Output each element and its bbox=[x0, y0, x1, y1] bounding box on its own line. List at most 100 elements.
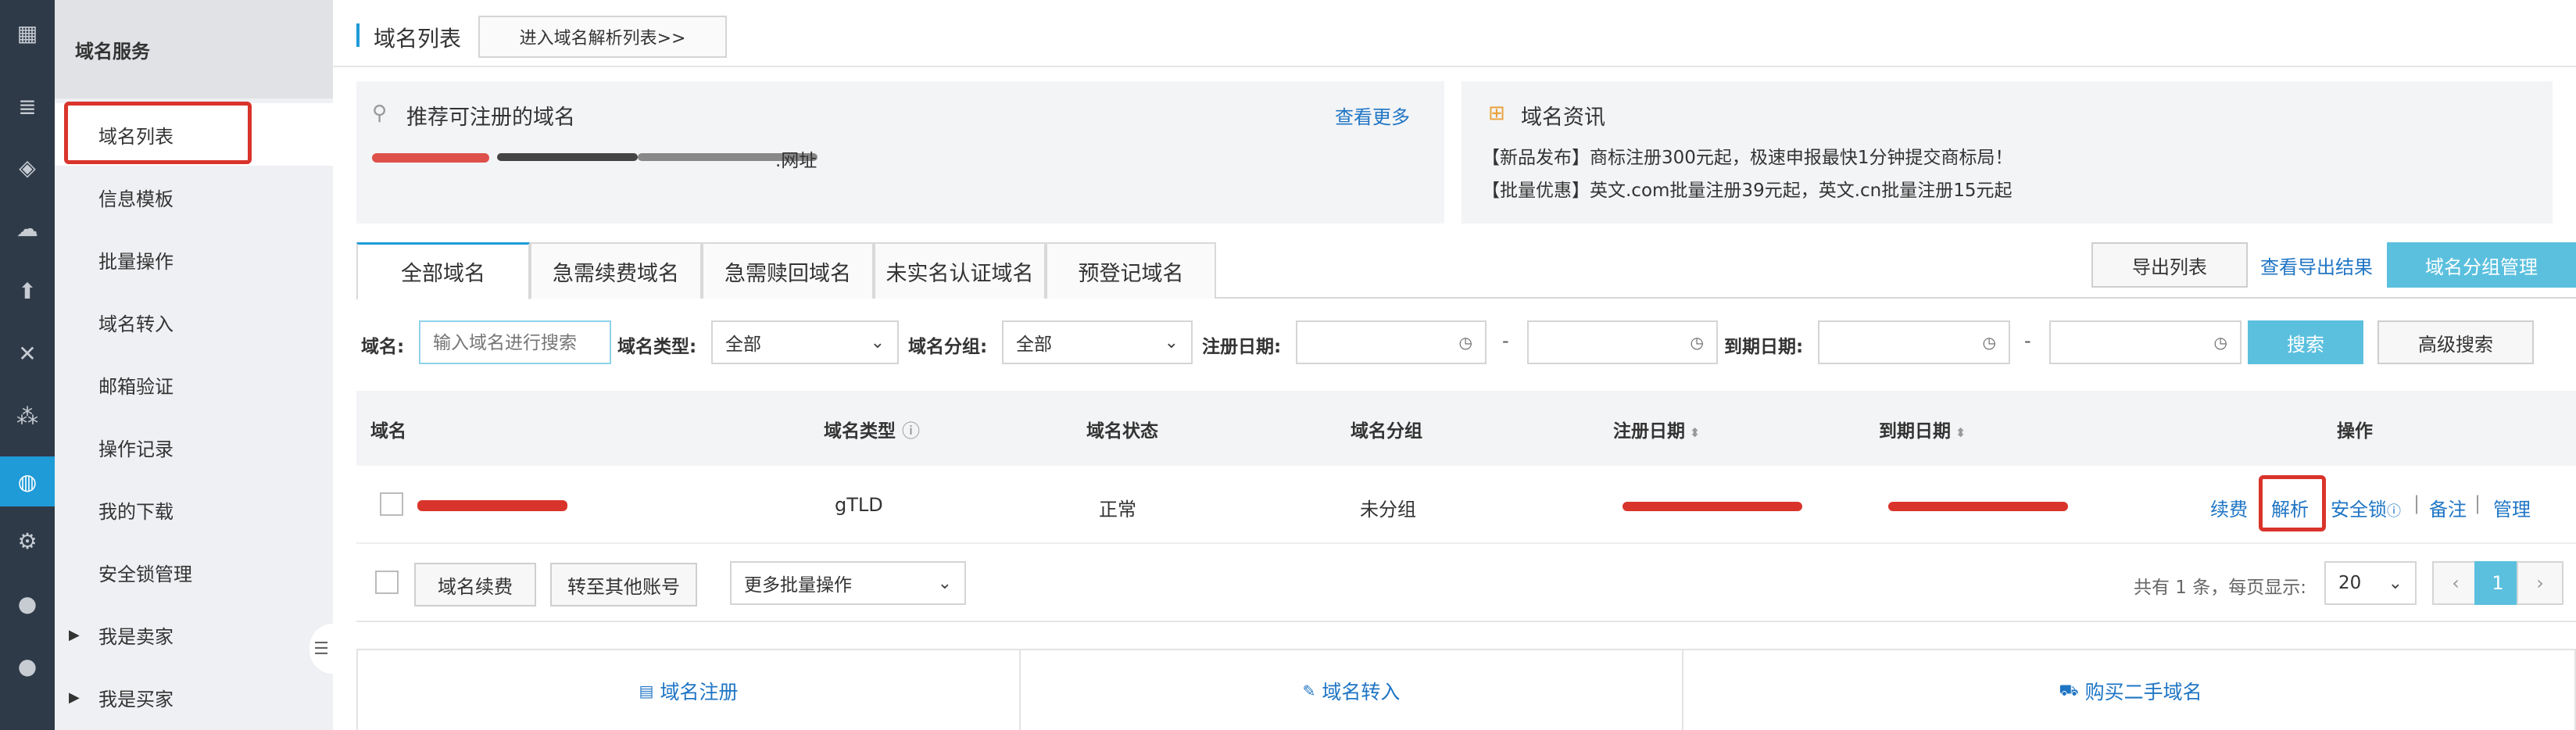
apps-grid-icon[interactable]: ▦ bbox=[0, 11, 55, 55]
renew-link[interactable]: 续费 bbox=[2210, 494, 2248, 521]
select-all-checkbox[interactable] bbox=[375, 571, 399, 594]
sidebar-item-label: 我是买家 bbox=[98, 688, 174, 710]
more-bulk-value: 更多批量操作 bbox=[744, 575, 852, 596]
export-list-button[interactable]: 导出列表 bbox=[2091, 242, 2248, 288]
sidebar-item-downloads[interactable]: 我的下载 bbox=[55, 478, 333, 541]
col-reg-date[interactable]: 注册日期 ⬍ bbox=[1613, 416, 1700, 442]
dns-list-button[interactable]: 进入域名解析列表>> bbox=[478, 16, 727, 58]
page-size-value: 20 bbox=[2338, 573, 2362, 593]
prev-page-button[interactable]: ‹ bbox=[2432, 561, 2479, 605]
tab-all-domains[interactable]: 全部域名 bbox=[356, 242, 530, 300]
chevron-down-icon: ⌄ bbox=[1164, 332, 1179, 352]
sidebar-item-buyer[interactable]: ▶ 我是买家 bbox=[55, 666, 333, 728]
footer-register-label: 域名注册 bbox=[660, 681, 739, 703]
type-select[interactable]: 全部 ⌄ bbox=[711, 320, 899, 364]
register-icon: ▤ bbox=[639, 682, 654, 700]
col-group: 域名分组 bbox=[1351, 421, 1422, 442]
clock-icon: ◷ bbox=[2213, 333, 2227, 352]
page-title: 域名列表 bbox=[374, 26, 462, 52]
sidebar-header: 域名服务 bbox=[55, 0, 333, 98]
transfer-account-button[interactable]: 转至其他账号 bbox=[550, 563, 697, 607]
tab-urgent-renew[interactable]: 急需续费域名 bbox=[530, 242, 702, 299]
sidebar-item-label: 邮箱验证 bbox=[98, 375, 174, 398]
tab-preregister[interactable]: 预登记域名 bbox=[1046, 242, 1216, 299]
tab-unverified[interactable]: 未实名认证域名 bbox=[874, 242, 1046, 299]
network-icon[interactable]: ✕ bbox=[0, 331, 55, 375]
cloud-icon[interactable]: ☁ bbox=[0, 206, 55, 250]
note-link[interactable]: 备注 bbox=[2429, 494, 2467, 521]
exp-date-start[interactable]: ◷ bbox=[1818, 320, 2010, 364]
news-line[interactable]: 【批量优惠】英文.com批量注册39元起，英文.cn批量注册15元起 bbox=[1482, 175, 2012, 202]
tab-urgent-redeem[interactable]: 急需赎回域名 bbox=[702, 242, 874, 299]
recommend-panel: ⚲ 推荐可注册的域名 查看更多 .网址 bbox=[356, 81, 1444, 224]
recommend-title: 推荐可注册的域名 bbox=[406, 106, 575, 130]
cloud-upload-icon[interactable]: ⬆ bbox=[0, 269, 55, 313]
caret-right-icon: ▶ bbox=[69, 626, 80, 643]
reg-date-end[interactable]: ◷ bbox=[1527, 320, 1718, 364]
recommend-more-link[interactable]: 查看更多 bbox=[1335, 102, 1410, 129]
cart-icon: ⛟ bbox=[2059, 680, 2079, 700]
search-button[interactable]: 搜索 bbox=[2248, 320, 2363, 364]
advanced-search-button[interactable]: 高级搜索 bbox=[2377, 320, 2534, 364]
domain-search-input[interactable] bbox=[419, 320, 611, 364]
col-exp-date-label: 到期日期 bbox=[1879, 421, 1951, 442]
footer-buy-label: 购买二手域名 bbox=[2084, 681, 2202, 703]
col-ops: 操作 bbox=[2337, 421, 2373, 442]
separator: | bbox=[2474, 492, 2481, 514]
manage-link[interactable]: 管理 bbox=[2493, 494, 2531, 521]
sidebar-item-label: 信息模板 bbox=[98, 188, 174, 210]
footer-register[interactable]: ▤ 域名注册 bbox=[358, 650, 1019, 730]
redacted-domain bbox=[417, 500, 567, 511]
circle-icon[interactable]: ● bbox=[0, 581, 55, 625]
cluster-icon[interactable]: ⁂ bbox=[0, 394, 55, 438]
col-exp-date[interactable]: 到期日期 ⬍ bbox=[1879, 416, 1966, 442]
sidebar-item-email-verify[interactable]: 邮箱验证 bbox=[55, 353, 333, 416]
col-reg-date-label: 注册日期 bbox=[1613, 421, 1685, 442]
news-line[interactable]: 【新品发布】商标注册300元起，极速申报最快1分钟提交商标局！ bbox=[1482, 142, 2013, 169]
devops-icon[interactable]: ⚙ bbox=[0, 519, 55, 563]
group-manage-button[interactable]: 域名分组管理 bbox=[2387, 242, 2576, 288]
sort-icon[interactable]: ⬍ bbox=[1690, 425, 1700, 440]
reg-date-start[interactable]: ◷ bbox=[1296, 320, 1487, 364]
sidebar-item-lock-manage[interactable]: 安全锁管理 bbox=[55, 541, 333, 603]
lock-link[interactable]: 安全锁ⓘ bbox=[2331, 494, 2401, 521]
globe-icon[interactable]: ◍ bbox=[0, 456, 55, 506]
redacted-date bbox=[1623, 502, 1802, 511]
sidebar-item-batch-ops[interactable]: 批量操作 bbox=[55, 228, 333, 291]
next-page-button[interactable]: › bbox=[2517, 561, 2563, 605]
sidebar-item-seller[interactable]: ▶ 我是卖家 bbox=[55, 603, 333, 666]
sidebar-item-label: 操作记录 bbox=[98, 438, 174, 460]
footer-transfer-in[interactable]: ✎ 域名转入 bbox=[1021, 650, 1682, 730]
redacted-domain bbox=[497, 153, 638, 161]
exp-date-label: 到期日期: bbox=[1724, 337, 1804, 357]
sort-icon[interactable]: ⬍ bbox=[1955, 425, 1966, 440]
gift-icon: ⊞ bbox=[1488, 102, 1505, 125]
bulk-renew-button[interactable]: 域名续费 bbox=[414, 563, 536, 607]
footer-buy-second[interactable]: ⛟ 购买二手域名 bbox=[1683, 650, 2576, 730]
help-icon[interactable]: ⓘ bbox=[902, 421, 920, 442]
exp-date-end[interactable]: ◷ bbox=[2049, 320, 2241, 364]
server-icon[interactable]: ≣ bbox=[0, 84, 55, 128]
page-1-button[interactable]: 1 bbox=[2474, 561, 2521, 605]
clock-icon: ◷ bbox=[1458, 333, 1472, 352]
redacted-date bbox=[1888, 502, 2068, 511]
sidebar-item-op-log[interactable]: 操作记录 bbox=[55, 416, 333, 478]
news-title: 域名资讯 bbox=[1521, 106, 1605, 130]
sidebar-item-info-template[interactable]: 信息模板 bbox=[55, 166, 333, 228]
sidebar-item-transfer-in[interactable]: 域名转入 bbox=[55, 291, 333, 353]
type-filter-label: 域名类型: bbox=[617, 337, 697, 357]
domain-filter-label: 域名: bbox=[361, 337, 405, 357]
date-separator: - bbox=[1502, 330, 1509, 352]
view-export-link[interactable]: 查看导出结果 bbox=[2260, 252, 2373, 279]
group-select[interactable]: 全部 ⌄ bbox=[1002, 320, 1193, 364]
circle-icon[interactable]: ● bbox=[0, 644, 55, 688]
type-select-value: 全部 bbox=[725, 335, 761, 355]
page-size-select[interactable]: 20 ⌄ bbox=[2324, 561, 2417, 605]
footer-transfer-label: 域名转入 bbox=[1322, 681, 1401, 703]
title-accent bbox=[356, 23, 360, 47]
row-checkbox[interactable] bbox=[380, 492, 403, 516]
cube-icon[interactable]: ◈ bbox=[0, 145, 55, 189]
recommend-domain-suffix[interactable]: .网址 bbox=[775, 145, 817, 172]
more-bulk-select[interactable]: 更多批量操作 ⌄ bbox=[730, 561, 966, 605]
col-type: 域名类型 ⓘ bbox=[824, 416, 920, 442]
